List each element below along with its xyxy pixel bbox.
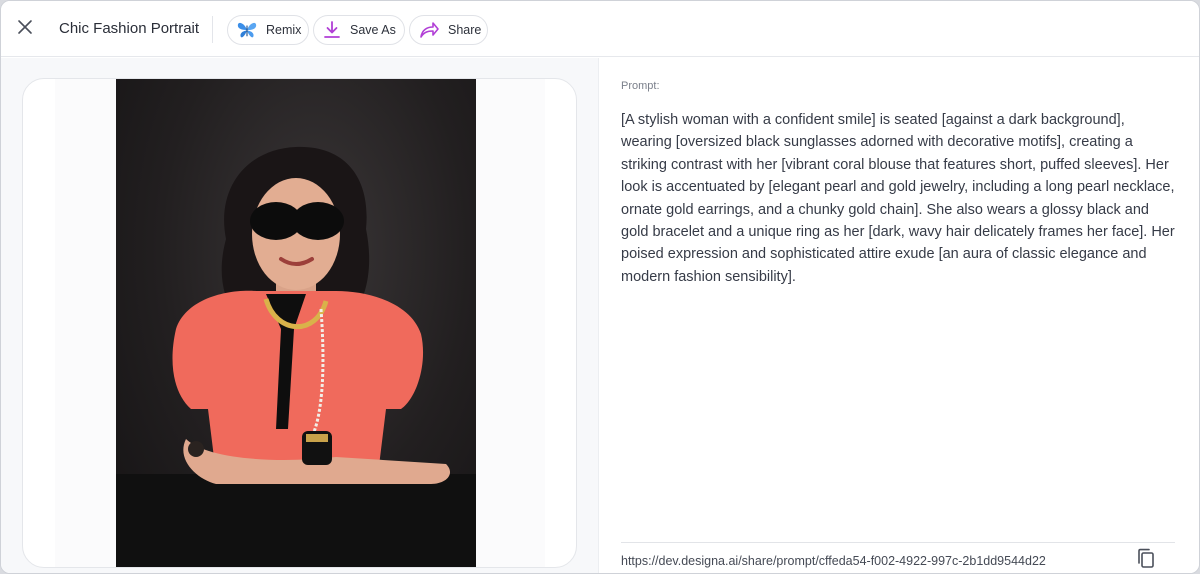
toolbar-divider <box>212 16 213 43</box>
remix-button[interactable]: Remix <box>227 15 309 45</box>
share-label: Share <box>448 23 482 37</box>
copy-icon <box>1136 548 1156 574</box>
butterfly-icon <box>236 19 258 41</box>
save-as-label: Save As <box>350 23 396 37</box>
page-title: Chic Fashion Portrait <box>59 20 200 37</box>
close-button[interactable] <box>13 17 37 41</box>
url-divider <box>621 542 1175 543</box>
prompt-label: Prompt: <box>621 80 660 92</box>
portrait-image[interactable] <box>116 79 476 567</box>
share-url[interactable]: https://dev.designa.ai/share/prompt/cffe… <box>621 554 1046 568</box>
app-window: Chic Fashion Portrait Remix Save As Shar… <box>0 0 1200 574</box>
share-arrow-icon <box>418 19 440 41</box>
save-as-button[interactable]: Save As <box>313 15 405 45</box>
remix-label: Remix <box>266 23 302 37</box>
toolbar: Chic Fashion Portrait Remix Save As Shar… <box>1 1 1199 57</box>
share-button[interactable]: Share <box>409 15 488 45</box>
prompt-text: [A stylish woman with a confident smile]… <box>621 112 1175 285</box>
image-pane <box>1 58 599 573</box>
copy-url-button[interactable] <box>1135 548 1157 574</box>
download-icon <box>322 19 342 41</box>
prompt-pane: Prompt: [A stylish woman with a confiden… <box>600 58 1199 574</box>
image-card <box>22 78 577 568</box>
close-icon <box>17 19 33 40</box>
